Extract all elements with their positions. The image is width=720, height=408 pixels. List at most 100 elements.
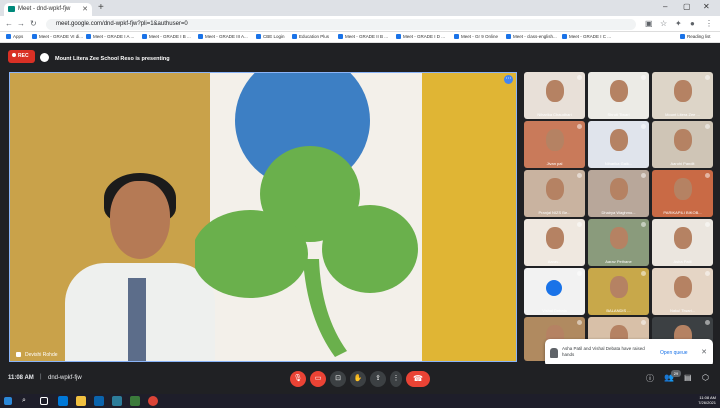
avatar	[546, 280, 562, 296]
back-icon[interactable]: ←	[5, 19, 13, 28]
participant-video	[546, 129, 564, 151]
forward-icon[interactable]: →	[17, 19, 25, 28]
participant-tile[interactable]: Aarohi Pandit	[652, 121, 713, 168]
browser-tab[interactable]: Meet - dnd-wpkf-fjw ✕	[4, 3, 92, 16]
mic-muted-icon	[705, 173, 710, 178]
participant-video	[610, 129, 628, 151]
reload-icon[interactable]: ↻	[30, 19, 37, 28]
participant-tile[interactable]: Dhairya Waghmo...	[588, 170, 649, 217]
participant-name: Aarohi Pandit	[670, 161, 695, 166]
meet-icon	[338, 34, 343, 39]
meet-icon	[142, 34, 147, 39]
open-queue-button[interactable]: Open queue	[660, 350, 688, 356]
participant-tile[interactable]: Aarav Pethane	[588, 219, 649, 266]
participant-name: BALANDIS ...	[606, 308, 631, 313]
maximize-icon[interactable]: ▢	[683, 2, 691, 11]
participant-tile[interactable]: Jivan pal	[524, 121, 585, 168]
participant-tile[interactable]: PARIKAPILI BIKOB...	[652, 170, 713, 217]
captions-button[interactable]: ⊡	[330, 371, 346, 387]
participant-tile[interactable]: BALANDIS ...	[588, 268, 649, 315]
participant-tile[interactable]: Pranjal NIZS Be...	[524, 170, 585, 217]
participant-tile[interactable]: Nakul Tiwari...	[652, 268, 713, 315]
participant-tile[interactable]: Niharika Chaudhari	[524, 72, 585, 119]
participant-video	[610, 227, 628, 249]
participant-video	[674, 80, 692, 102]
close-tab-icon[interactable]: ✕	[82, 5, 88, 13]
extensions-icon[interactable]: ✦	[675, 19, 682, 28]
bookmark-item[interactable]: Meet - GRADE III A...	[198, 34, 248, 39]
bookmark-item[interactable]: Meet - GRADE VI di...	[32, 34, 83, 39]
bookmark-star-icon[interactable]: ☆	[660, 19, 667, 28]
meeting-time: 11:08 AM	[8, 375, 34, 381]
participant-name: Aarav...	[547, 259, 562, 264]
participant-video	[546, 227, 564, 249]
app-icon[interactable]	[130, 396, 140, 406]
chrome-icon[interactable]	[148, 396, 158, 406]
bookmark-item[interactable]: CBE Login	[256, 34, 285, 39]
mic-muted-icon	[705, 75, 710, 80]
edge-icon[interactable]	[58, 396, 68, 406]
stage-more-options-icon[interactable]: ⋯	[504, 75, 513, 84]
main-video-stage[interactable]: Devishi Rohde ⋯	[9, 72, 517, 362]
activities-icon[interactable]: ⬡	[702, 373, 709, 382]
task-view-icon[interactable]	[40, 397, 48, 405]
profile-icon[interactable]: ●	[690, 19, 695, 28]
raised-hands-text: Asha Patil and Vishal Debata have raised…	[562, 346, 645, 357]
mic-off-button[interactable]: 🎙	[290, 371, 306, 387]
app-icon[interactable]	[112, 396, 122, 406]
end-call-button[interactable]: ☎	[406, 371, 430, 387]
minimize-icon[interactable]: –	[663, 2, 667, 11]
participant-video	[674, 129, 692, 151]
close-notification-icon[interactable]: ✕	[701, 348, 707, 356]
raised-hands-notification: Asha Patil and Vishal Debata have raised…	[545, 339, 713, 367]
file-explorer-icon[interactable]	[76, 396, 86, 406]
mic-muted-icon	[641, 173, 646, 178]
store-icon[interactable]	[94, 396, 104, 406]
participant-tile[interactable]: Niharika Gaik...	[588, 121, 649, 168]
info-icon[interactable]: ⓘ	[646, 373, 654, 384]
participant-video	[546, 178, 564, 200]
presenter-face	[110, 181, 170, 259]
browser-menu-icon[interactable]: ⋮	[705, 19, 713, 28]
mic-muted-icon	[577, 320, 582, 325]
participant-name: Vishal Debata	[542, 308, 567, 313]
bookmark-item[interactable]: Meet - GRADE II B ...	[338, 34, 388, 39]
mic-muted-icon	[577, 271, 582, 276]
participant-tile[interactable]: Shruti Tiwari	[588, 72, 649, 119]
presentation-icon	[40, 53, 49, 62]
mic-muted-icon	[577, 222, 582, 227]
raise-hand-button[interactable]: ✋	[350, 371, 366, 387]
url-input[interactable]: meet.google.com/dnd-wpkf-fjw?pli=1&authu…	[46, 19, 636, 30]
participant-count-badge: 29	[671, 370, 681, 377]
camera-off-button[interactable]: ▭	[310, 371, 326, 387]
participant-tile[interactable]: Aarav...	[524, 219, 585, 266]
bookmark-item[interactable]: Apps	[6, 34, 23, 39]
participant-video	[674, 276, 692, 298]
camera-permission-icon[interactable]: ▣	[645, 19, 653, 28]
bookmark-item[interactable]: Education Plus	[292, 34, 329, 39]
participant-tile[interactable]: Asha Patil	[652, 219, 713, 266]
participant-tile[interactable]: Vishal Debata	[524, 268, 585, 315]
more-options-button[interactable]: ⋮	[390, 371, 402, 387]
reading-list[interactable]: Reading list	[680, 34, 711, 39]
bookmark-item[interactable]: Meet - Gr 9 Online	[454, 34, 498, 39]
present-button[interactable]: ⇪	[370, 371, 386, 387]
meet-icon	[396, 34, 401, 39]
windows-taskbar: ⌕ 11:08 AM 7/26/2021	[0, 394, 720, 408]
presenting-banner[interactable]: Mount Litera Zee School Reso is presenti…	[40, 50, 220, 63]
windows-start-icon[interactable]	[4, 397, 12, 405]
new-tab-button[interactable]: +	[98, 2, 104, 13]
bookmark-item[interactable]: Meet - class-english...	[506, 34, 557, 39]
search-icon[interactable]: ⌕	[22, 396, 32, 406]
bookmark-item[interactable]: Meet - GRADE I A ...	[86, 34, 134, 39]
bookmark-item[interactable]: Meet - GRADE I D ...	[396, 34, 445, 39]
meet-icon	[506, 34, 511, 39]
bookmark-item[interactable]: Meet - GRADE I C ...	[562, 34, 611, 39]
system-clock[interactable]: 11:08 AM 7/26/2021	[698, 395, 716, 405]
bookmark-item[interactable]: Meet - GRADE I B ...	[142, 34, 191, 39]
window-close-icon[interactable]: ✕	[703, 2, 710, 11]
raised-hand-icon	[550, 348, 558, 358]
chat-icon[interactable]: ▤	[684, 373, 692, 382]
participant-tile[interactable]: Mount Litera Zee ...	[652, 72, 713, 119]
meet-favicon-icon	[8, 6, 15, 12]
